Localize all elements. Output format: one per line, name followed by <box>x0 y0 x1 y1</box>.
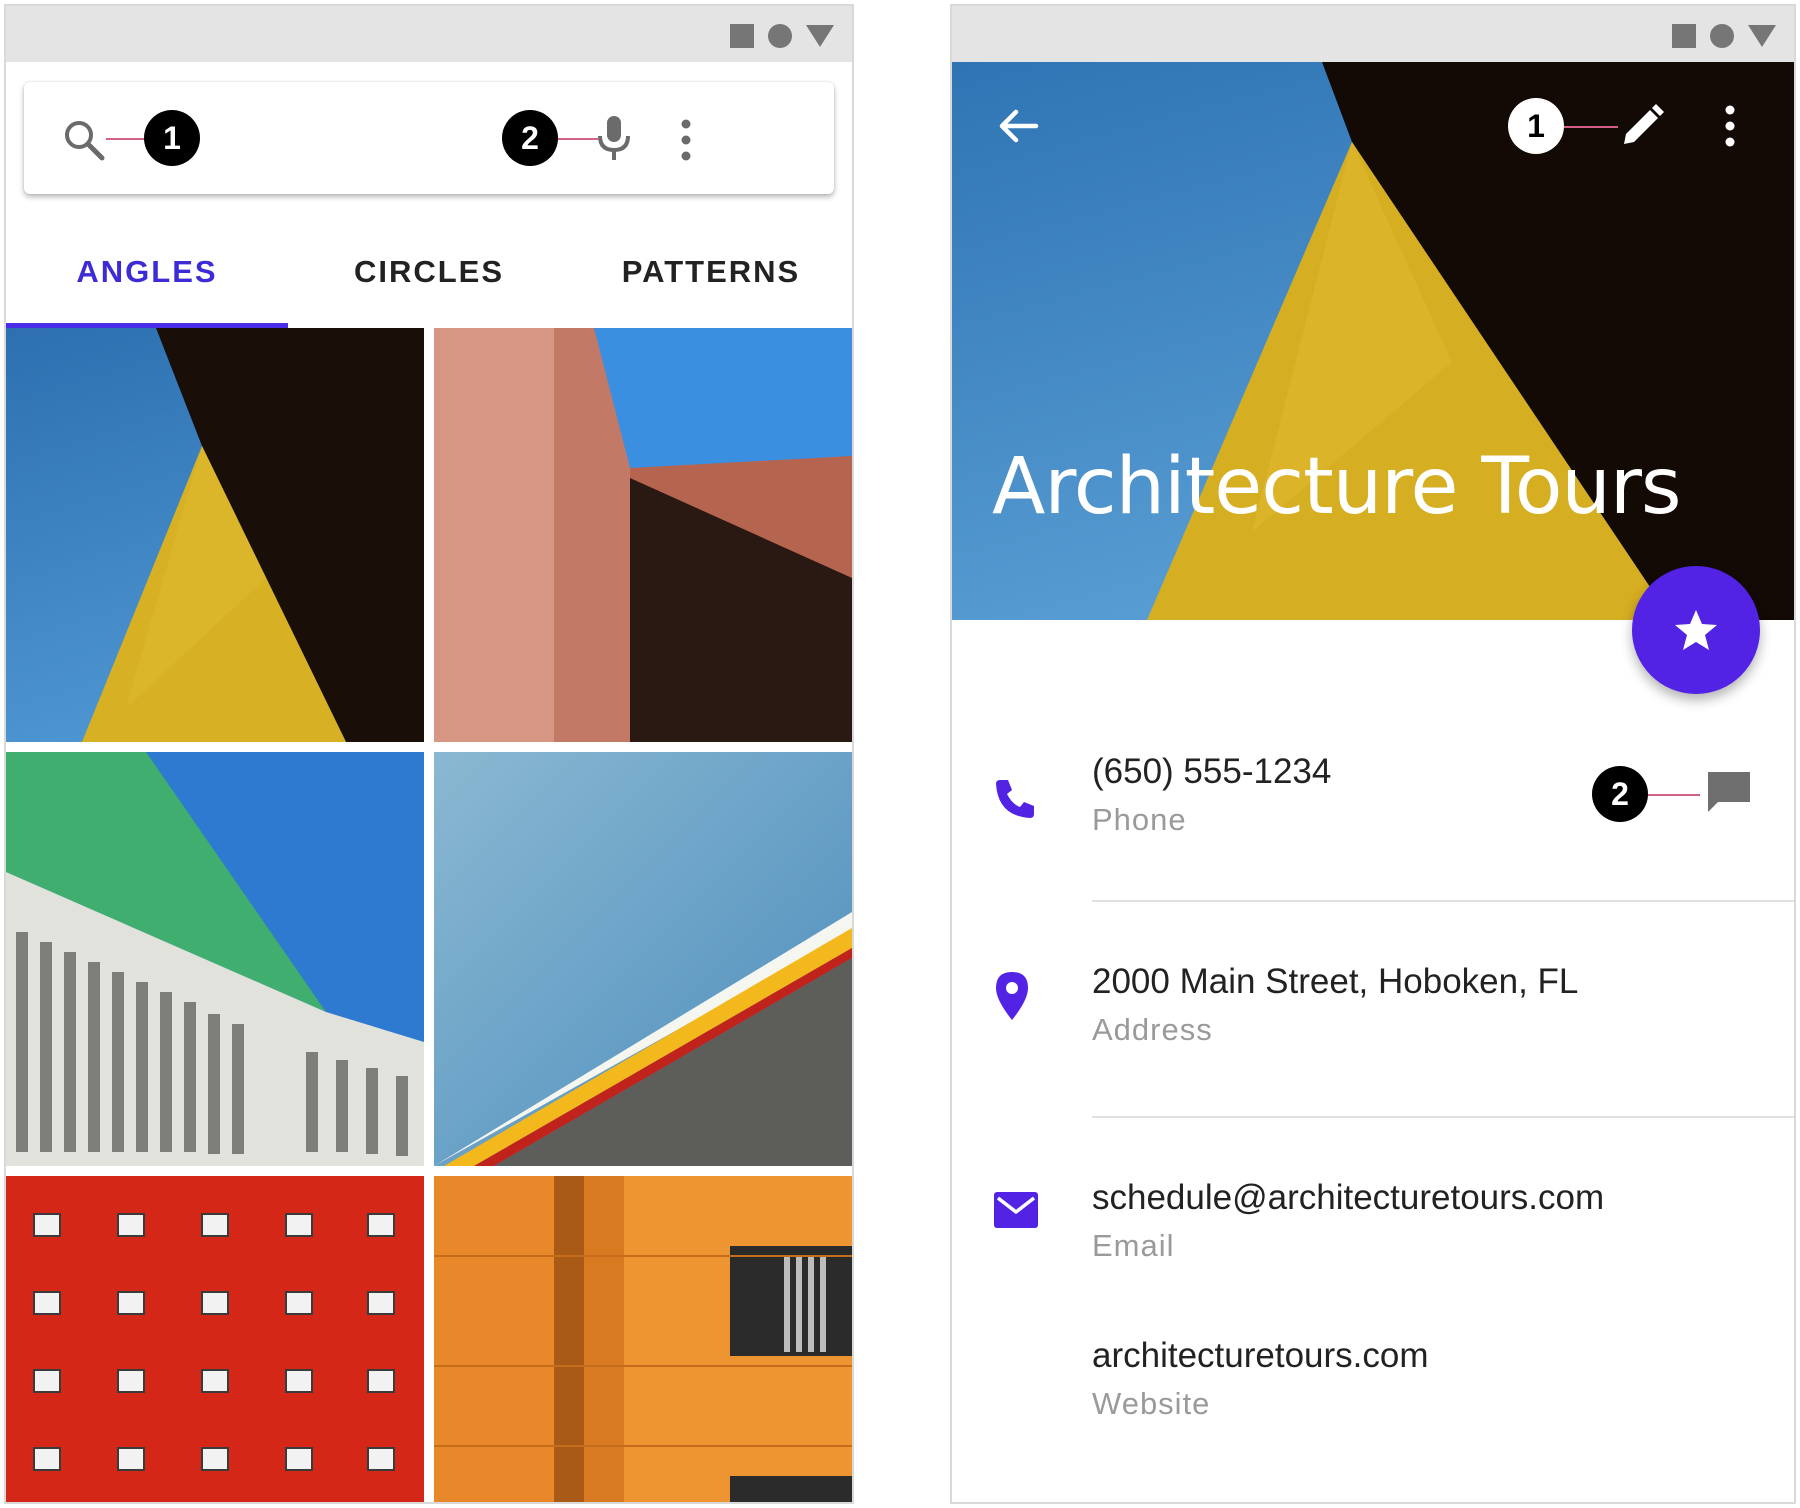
edit-pencil-icon[interactable] <box>1618 102 1666 150</box>
divider <box>1092 1116 1794 1118</box>
address-text: 2000 Main Street, Hoboken, FL <box>1092 962 1579 1001</box>
home-icon <box>768 24 792 48</box>
phone-number: (650) 555-1234 <box>1092 752 1332 791</box>
phone-label: Phone <box>1092 802 1187 837</box>
address-label: Address <box>1092 1012 1213 1047</box>
star-icon <box>1675 610 1717 650</box>
callout-badge-1: 1 <box>144 110 200 166</box>
hero-image: 1 Architecture Tours <box>952 62 1794 620</box>
search-bar[interactable]: 1 2 <box>24 82 834 194</box>
message-icon[interactable] <box>1704 768 1754 818</box>
home-icon <box>1710 24 1734 48</box>
back-arrow-icon[interactable] <box>996 104 1040 148</box>
tab-circles[interactable]: CIRCLES <box>288 216 570 328</box>
image-tile-pink-wall[interactable] <box>434 328 852 742</box>
callout-badge-2: 2 <box>502 110 558 166</box>
phone-icon <box>996 780 1034 818</box>
tab-bar: ANGLES CIRCLES PATTERNS <box>6 216 852 328</box>
more-vert-icon[interactable] <box>676 118 696 162</box>
search-icon[interactable] <box>62 118 106 162</box>
callout-badge-1: 1 <box>1508 98 1564 154</box>
callout-badge-2: 2 <box>1592 766 1648 822</box>
back-triangle-icon <box>806 25 834 47</box>
phone-screen-search: 1 2 ANGLES CIRCLES PATTERNS <box>4 4 854 1504</box>
phone-screen-contact: 1 Architecture Tours (650) 555-1234 Phon… <box>950 4 1796 1504</box>
email-address: schedule@architecturetours.com <box>1092 1178 1605 1217</box>
recent-apps-icon <box>1672 24 1696 48</box>
image-tile-orange-facade[interactable] <box>434 1176 852 1502</box>
website-label: Website <box>1092 1386 1211 1421</box>
hero-photo <box>952 62 1794 620</box>
image-tile-green-building[interactable] <box>6 752 424 1166</box>
divider <box>1092 900 1794 902</box>
status-bar <box>952 6 1794 62</box>
page-title: Architecture Tours <box>992 442 1682 532</box>
recent-apps-icon <box>730 24 754 48</box>
microphone-icon[interactable] <box>596 114 632 164</box>
contact-row-phone[interactable]: (650) 555-1234 Phone 2 <box>952 746 1794 856</box>
location-pin-icon <box>996 972 1028 1020</box>
website-url: architecturetours.com <box>1092 1336 1429 1375</box>
back-triangle-icon <box>1748 25 1776 47</box>
image-tile-sky-stripe[interactable] <box>434 752 852 1166</box>
more-vert-icon[interactable] <box>1720 104 1740 148</box>
favorite-fab-button[interactable] <box>1632 566 1760 694</box>
status-bar <box>6 6 852 62</box>
email-icon <box>994 1192 1038 1228</box>
contact-row-email[interactable]: schedule@architecturetours.com Email <box>952 1178 1794 1288</box>
email-label: Email <box>1092 1228 1175 1263</box>
contact-row-website[interactable]: architecturetours.com Website <box>952 1336 1794 1446</box>
image-tile-yellow-triangle[interactable] <box>6 328 424 742</box>
tab-patterns[interactable]: PATTERNS <box>570 216 852 328</box>
tab-angles[interactable]: ANGLES <box>6 216 288 328</box>
image-tile-red-facade[interactable] <box>6 1176 424 1502</box>
contact-row-address[interactable]: 2000 Main Street, Hoboken, FL Address <box>952 962 1794 1072</box>
